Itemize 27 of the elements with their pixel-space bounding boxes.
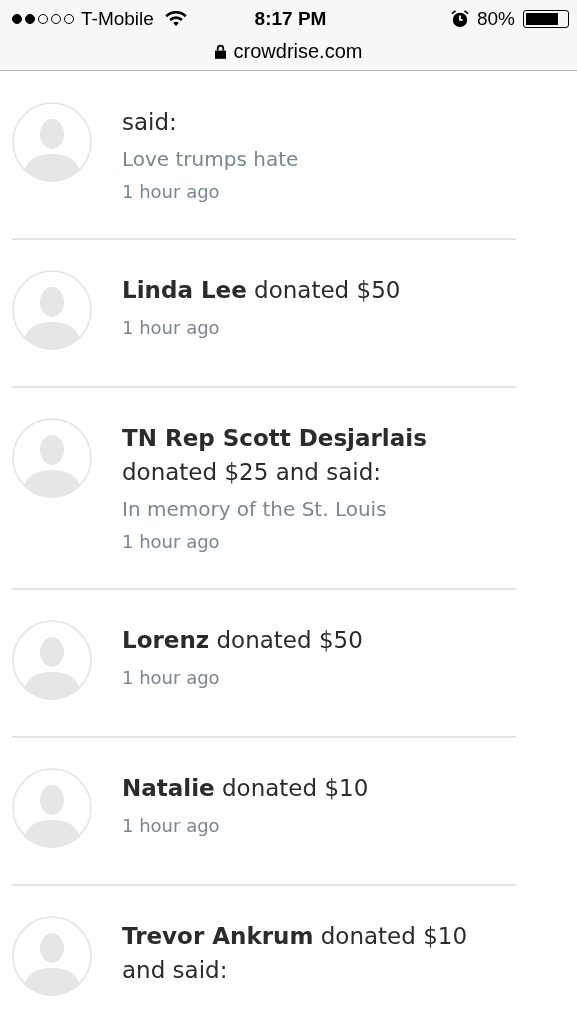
donation-message: Love trumps hate: [122, 147, 299, 171]
donation-text: Lorenz donated $50: [122, 626, 363, 655]
donation-message: In memory of the St. Louis: [122, 497, 387, 521]
avatar-silhouette-icon: [12, 916, 92, 996]
avatar-silhouette-icon: [12, 620, 92, 700]
lock-icon: [214, 43, 226, 59]
clock-time: 8:17 PM: [254, 8, 327, 30]
avatar-silhouette-icon: [12, 418, 92, 498]
timestamp: 1 hour ago: [122, 181, 220, 202]
timestamp: 1 hour ago: [122, 667, 220, 688]
avatar-silhouette-icon: [12, 768, 92, 848]
avatar-silhouette-icon: [12, 102, 92, 182]
battery-percent: 80%: [476, 8, 515, 30]
donation-text: Trevor Ankrum donated $10 and said:: [122, 922, 469, 985]
timestamp: 1 hour ago: [122, 317, 220, 338]
timestamp: 1 hour ago: [122, 815, 220, 836]
alarm-icon: [450, 10, 469, 28]
donation-text: TN Rep Scott Desjarlais donated $25 and said:: [122, 424, 428, 487]
donation-text: Linda Lee donated $50: [122, 276, 401, 305]
avatar-silhouette-icon: [12, 270, 92, 350]
carrier-name: T-Mobile: [81, 8, 154, 30]
donation-text: Natalie donated $10: [122, 774, 369, 803]
timestamp: 1 hour ago: [122, 531, 220, 552]
donation-text: said:: [122, 108, 177, 137]
url-text[interactable]: crowdrise.com: [233, 39, 363, 63]
wifi-icon: [164, 11, 187, 27]
battery-icon: [523, 10, 569, 28]
